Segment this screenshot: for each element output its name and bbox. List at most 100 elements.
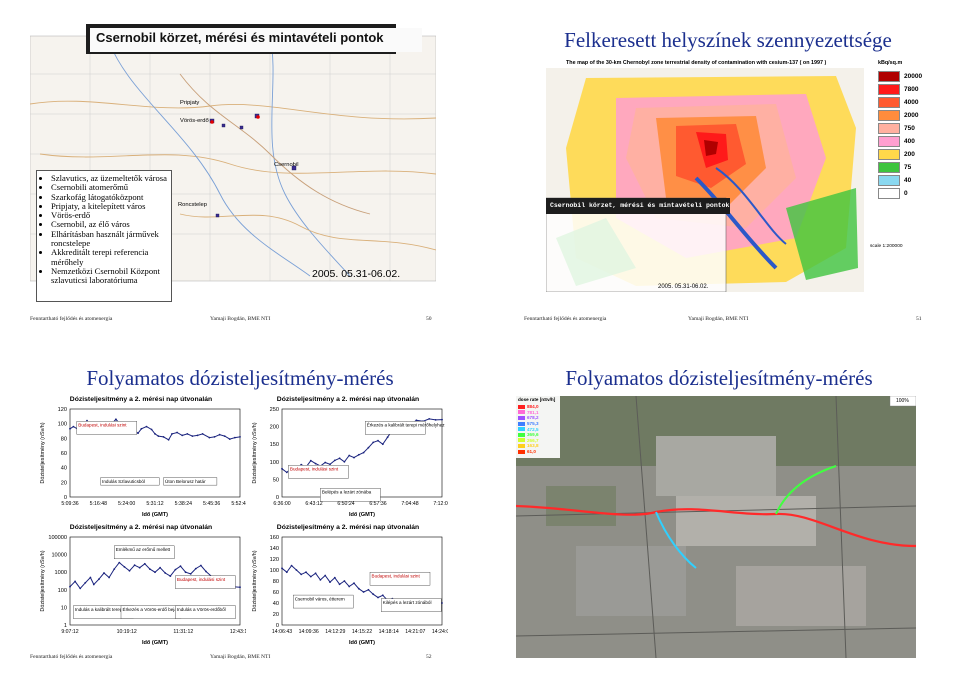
data-point [189, 573, 192, 575]
data-point [386, 436, 389, 439]
data-point [329, 581, 331, 583]
x-tick-label: 5:45:36 [203, 501, 220, 507]
annotation-label: Csernobil város, étterem [295, 596, 345, 601]
data-point [377, 596, 379, 599]
data-point [69, 585, 71, 588]
legend-swatch [878, 110, 900, 121]
legend-swatch [878, 84, 900, 95]
slide-50-date: 2005. 05.31-06.02. [312, 268, 401, 280]
annotation-label: Kilépés a lezárt zónából [383, 600, 432, 605]
photo-legend-swatch [518, 421, 525, 426]
slide-50-title: Csernobil körzet, mérési és mintavételi … [90, 28, 422, 52]
x-axis-label: Idő (GMT) [349, 640, 375, 646]
data-point [281, 567, 283, 570]
data-point [174, 568, 177, 571]
y-tick-label: 80 [273, 579, 279, 585]
data-point [362, 451, 365, 454]
data-point [149, 568, 151, 570]
photo-legend-title: dose rate [nSv/h] [518, 397, 556, 402]
data-point [171, 433, 173, 435]
data-point [92, 583, 95, 586]
chart-3-title: Dózisteljesítmény a 2. mérési nap útvona… [69, 524, 213, 531]
data-point [169, 575, 172, 577]
data-point [191, 435, 194, 437]
data-point [353, 456, 355, 459]
x-axis-label: Idő (GMT) [142, 512, 168, 518]
photo-legend-row: 781,1 [518, 410, 539, 416]
data-point [348, 585, 351, 588]
y-tick-label: 10 [61, 605, 67, 611]
y-tick-label: 160 [270, 535, 279, 541]
data-point [353, 582, 355, 585]
location-list-item: Nemzetközi Csernobil Központ szlavuticsi… [51, 266, 167, 286]
y-tick-label: 140 [270, 546, 279, 552]
data-point [372, 441, 375, 444]
photo-legend-swatch [518, 438, 525, 443]
y-tick-label: 60 [61, 451, 67, 457]
x-tick-label: 6:36:00 [273, 501, 290, 507]
data-point [140, 427, 143, 430]
y-tick-label: 100 [270, 568, 279, 574]
x-tick-label: 5:52:48 [231, 501, 246, 507]
data-point [98, 578, 100, 581]
data-point [295, 569, 298, 571]
legend-row: 400 [878, 135, 922, 148]
annotation-label: Emlékmű az erőmű mellett [116, 547, 171, 552]
photo-legend-label: 678,2 [527, 415, 539, 421]
map-label-csernobil: Csernobil [274, 162, 299, 168]
legend-swatch [878, 175, 900, 186]
data-point [372, 593, 375, 596]
slide-50-footer-course: Fenntartható fejlődés és atomenergia [30, 316, 113, 322]
data-point [194, 567, 197, 570]
data-point [108, 576, 110, 579]
photo-legend-row: 472,5 [518, 426, 539, 432]
data-point [213, 436, 216, 438]
y-axis-label: Dózisteljesítmény (nSv/h) [252, 550, 258, 611]
data-point [218, 433, 221, 436]
data-point [164, 572, 167, 574]
y-tick-label: 120 [270, 557, 279, 563]
legend-row: 2000 [878, 109, 922, 122]
y-tick-label: 40 [273, 601, 279, 607]
y-tick-label: 40 [61, 466, 67, 472]
y-tick-label: 250 [270, 407, 279, 413]
photo-legend-row: 163,8 [518, 443, 539, 449]
chart-2-plot: 0501001502002506:36:00 6:43:12 6:50:24 6:57… [252, 407, 451, 518]
chart-dose-3: Dózisteljesítmény a 2. mérési nap útvona… [36, 524, 250, 650]
data-point [208, 436, 211, 439]
x-tick-label: 7:04:48 [401, 501, 418, 507]
x-tick-label: 6:50:24 [337, 501, 354, 507]
data-point [115, 418, 117, 421]
slide-51-footer-author: Yamaji Bogdán, BME NTI [688, 316, 749, 322]
inset-title: Csernobil körzet, mérési és mintavételi … [546, 198, 730, 214]
data-point [300, 573, 303, 576]
data-point [348, 454, 351, 457]
photo-legend-row: 678,2 [518, 415, 539, 421]
legend-label: 7800 [904, 86, 919, 93]
data-point [343, 580, 346, 582]
photo-legend-label: 472,5 [527, 426, 539, 432]
data-point [176, 431, 179, 434]
y-tick-label: 20 [61, 480, 67, 486]
legend-swatch [878, 188, 900, 199]
photo-legend-swatch [518, 432, 525, 437]
annotation-label: Érkezés a kalibrált terepi mérőhelyhez [367, 422, 446, 428]
data-point [367, 588, 370, 591]
data-point [441, 418, 443, 421]
legend-row: 200 [878, 148, 922, 161]
legend-swatch [878, 162, 900, 173]
data-point [223, 435, 226, 437]
photo-legend-label: 575,3 [527, 421, 539, 427]
data-point [159, 566, 161, 569]
photo-legend-row: 61,0 [518, 449, 539, 455]
data-point [434, 419, 437, 421]
annotation-label: Indulás a Vörös-erdőből [177, 607, 226, 612]
legend-label: 75 [904, 164, 912, 171]
photo-scale: 100% [896, 398, 909, 404]
annotation-label: Budapest, indulási szint [78, 423, 127, 428]
location-list-item: Elhárításban használt járművek roncstele… [51, 229, 167, 249]
slide-52-left-title: Folyamatos dózisteljesítmény-mérés [86, 366, 394, 390]
x-tick-label: 9:07:12 [61, 629, 78, 635]
chart-dose-4: Dózisteljesítmény a 2. mérési nap útvona… [248, 524, 452, 650]
x-tick-label: 14:15:22 [352, 629, 372, 635]
